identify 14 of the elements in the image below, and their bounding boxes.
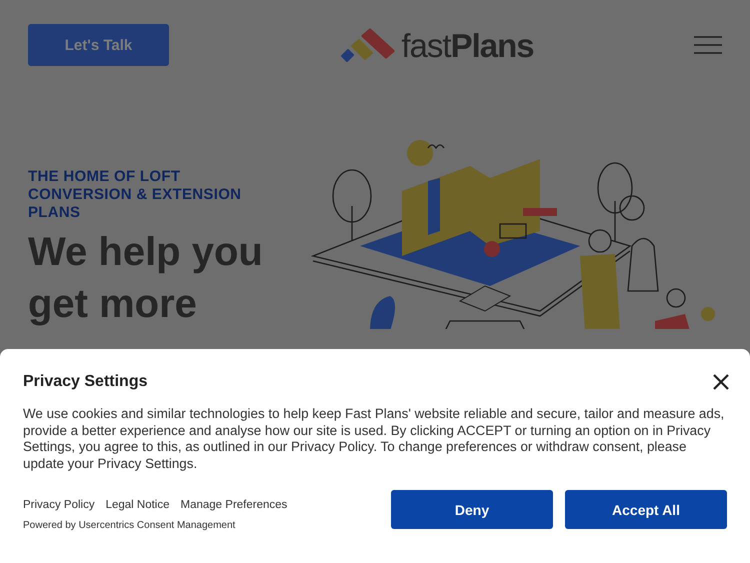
deny-button[interactable]: Deny	[391, 490, 553, 529]
consent-text: We use cookies and similar technologies to help keep Fast Plans' website reliable and secure, tailor and measure ads, provide a better experience and analyse how our site is used. By clicking ACCEPT or turning an option on in Privacy Settings, you agree to this, as outlined in our Privacy Policy. To change preferences or withdraw consent, please update your Privacy Settings.	[23, 406, 726, 472]
dialog-title: Privacy Settings	[23, 373, 148, 391]
menu-icon[interactable]	[694, 36, 722, 54]
hero-eyebrow: THE HOME OF LOFT CONVERSION & EXTENSION PLANS	[28, 168, 242, 222]
accept-all-button[interactable]: Accept All	[565, 490, 727, 529]
logo-text: fastPlans	[401, 28, 534, 62]
close-icon[interactable]	[713, 374, 729, 390]
powered-by-text: Powered by Usercentrics Consent Management	[23, 520, 236, 531]
footer-link[interactable]: Manage Preferences	[180, 499, 288, 511]
logo-icon	[339, 28, 396, 62]
hero-heading: We help you get more	[28, 229, 264, 328]
footer-link[interactable]: Privacy Policy	[23, 499, 95, 511]
footer-link[interactable]: Legal Notice	[106, 499, 170, 511]
